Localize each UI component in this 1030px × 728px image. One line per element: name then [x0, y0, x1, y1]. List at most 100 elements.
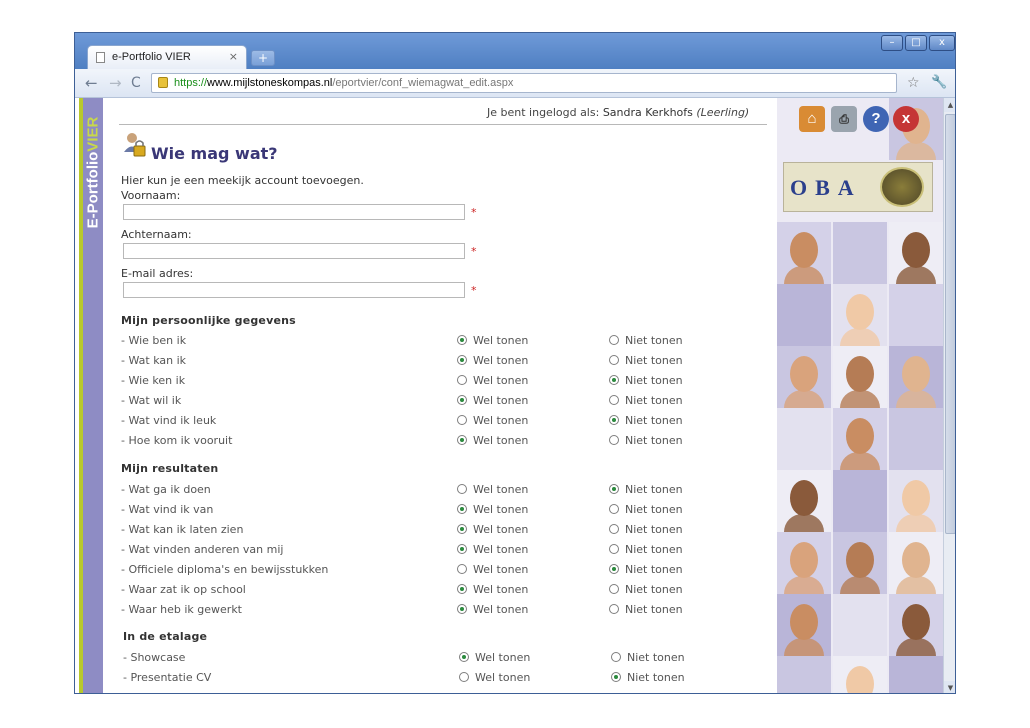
show-option[interactable]: Wel tonen — [457, 434, 528, 450]
new-tab-button[interactable]: + — [251, 50, 275, 66]
radio-button[interactable] — [457, 584, 467, 594]
show-option[interactable]: Wel tonen — [457, 483, 528, 499]
title-bar: e-Portfolio VIER × + – □ x — [75, 33, 955, 69]
hide-option[interactable]: Niet tonen — [609, 583, 683, 599]
hide-option[interactable]: Niet tonen — [611, 651, 685, 667]
radio-button[interactable] — [457, 355, 467, 365]
show-option[interactable]: Wel tonen — [457, 523, 528, 539]
url-host: www.mijlstoneskompas.nl — [207, 77, 333, 89]
show-option[interactable]: Wel tonen — [457, 394, 528, 410]
radio-button[interactable] — [609, 544, 619, 554]
hide-option[interactable]: Niet tonen — [609, 483, 683, 499]
radio-label: Niet tonen — [625, 483, 683, 496]
hide-option[interactable]: Niet tonen — [609, 543, 683, 559]
browser-tab[interactable]: e-Portfolio VIER × — [87, 45, 247, 69]
radio-button[interactable] — [609, 375, 619, 385]
show-option[interactable]: Wel tonen — [457, 354, 528, 370]
radio-button[interactable] — [459, 672, 469, 682]
show-option[interactable]: Wel tonen — [457, 603, 528, 619]
hide-option[interactable]: Niet tonen — [611, 671, 685, 687]
radio-button[interactable] — [609, 395, 619, 405]
tab-close-icon[interactable]: × — [229, 50, 238, 63]
scroll-down-arrow-icon[interactable]: ▼ — [944, 681, 955, 693]
url-text: https://www.mijlstoneskompas.nl/eportvie… — [174, 74, 513, 92]
forward-arrow-icon[interactable]: → — [109, 74, 122, 92]
back-arrow-icon[interactable]: ← — [85, 74, 98, 92]
radio-button[interactable] — [609, 584, 619, 594]
show-option[interactable]: Wel tonen — [459, 651, 530, 667]
hide-option[interactable]: Niet tonen — [609, 414, 683, 430]
radio-button[interactable] — [457, 504, 467, 514]
show-option[interactable]: Wel tonen — [457, 374, 528, 390]
minimize-button[interactable]: – — [881, 35, 903, 51]
email-input[interactable] — [123, 282, 465, 298]
show-option[interactable]: Wel tonen — [457, 563, 528, 579]
hide-option[interactable]: Niet tonen — [609, 563, 683, 579]
portrait-photo — [896, 480, 936, 532]
radio-button[interactable] — [609, 355, 619, 365]
show-option[interactable]: Wel tonen — [459, 671, 530, 687]
hide-option[interactable]: Niet tonen — [609, 374, 683, 390]
home-icon[interactable]: ⌂ — [799, 106, 825, 132]
radio-label: Wel tonen — [475, 651, 531, 664]
tab-title: e-Portfolio VIER — [112, 51, 191, 63]
radio-button[interactable] — [609, 504, 619, 514]
radio-button[interactable] — [457, 335, 467, 345]
exit-icon[interactable]: x — [893, 106, 919, 132]
show-option[interactable]: Wel tonen — [457, 503, 528, 519]
radio-button[interactable] — [457, 564, 467, 574]
radio-button[interactable] — [609, 435, 619, 445]
required-marker: * — [471, 206, 477, 219]
radio-label: Wel tonen — [473, 374, 529, 387]
help-icon[interactable]: ? — [863, 106, 889, 132]
show-option[interactable]: Wel tonen — [457, 334, 528, 350]
portrait-photo — [784, 356, 824, 408]
header-divider — [119, 124, 767, 125]
maximize-button[interactable]: □ — [905, 35, 927, 51]
show-option[interactable]: Wel tonen — [457, 543, 528, 559]
radio-button[interactable] — [457, 375, 467, 385]
hide-option[interactable]: Niet tonen — [609, 334, 683, 350]
last-name-input[interactable] — [123, 243, 465, 259]
reload-icon[interactable]: C — [131, 75, 141, 91]
radio-button[interactable] — [459, 652, 469, 662]
radio-button[interactable] — [609, 524, 619, 534]
radio-label: Wel tonen — [473, 543, 529, 556]
radio-button[interactable] — [457, 604, 467, 614]
login-info: Je bent ingelogd als: Sandra Kerkhofs (L… — [487, 106, 749, 119]
radio-button[interactable] — [611, 652, 621, 662]
hide-option[interactable]: Niet tonen — [609, 434, 683, 450]
radio-button[interactable] — [609, 335, 619, 345]
hide-option[interactable]: Niet tonen — [609, 603, 683, 619]
radio-button[interactable] — [609, 604, 619, 614]
radio-button[interactable] — [457, 484, 467, 494]
wrench-icon[interactable]: 🔧 — [931, 75, 947, 90]
url-scheme: https:// — [174, 77, 208, 89]
visibility-row-label: - Wat vinden anderen van mij — [121, 543, 284, 556]
radio-button[interactable] — [457, 435, 467, 445]
first-name-input[interactable] — [123, 204, 465, 220]
radio-button[interactable] — [609, 415, 619, 425]
radio-button[interactable] — [457, 544, 467, 554]
address-bar[interactable]: https://www.mijlstoneskompas.nl/eportvie… — [151, 73, 897, 93]
hide-option[interactable]: Niet tonen — [609, 503, 683, 519]
radio-label: Wel tonen — [473, 334, 529, 347]
show-option[interactable]: Wel tonen — [457, 583, 528, 599]
radio-button[interactable] — [609, 564, 619, 574]
show-option[interactable]: Wel tonen — [457, 414, 528, 430]
window-close-button[interactable]: x — [929, 35, 955, 51]
radio-button[interactable] — [611, 672, 621, 682]
radio-button[interactable] — [457, 395, 467, 405]
hide-option[interactable]: Niet tonen — [609, 523, 683, 539]
radio-button[interactable] — [609, 484, 619, 494]
vertical-scrollbar[interactable]: ▲ ▼ — [943, 98, 955, 693]
radio-button[interactable] — [457, 415, 467, 425]
radio-button[interactable] — [457, 524, 467, 534]
print-icon[interactable]: ⎙ — [831, 106, 857, 132]
hide-option[interactable]: Niet tonen — [609, 354, 683, 370]
hide-option[interactable]: Niet tonen — [609, 394, 683, 410]
scroll-thumb[interactable] — [945, 114, 955, 534]
bookmark-star-icon[interactable]: ☆ — [907, 75, 920, 91]
scroll-up-arrow-icon[interactable]: ▲ — [944, 98, 955, 112]
portrait-photo — [840, 418, 880, 470]
